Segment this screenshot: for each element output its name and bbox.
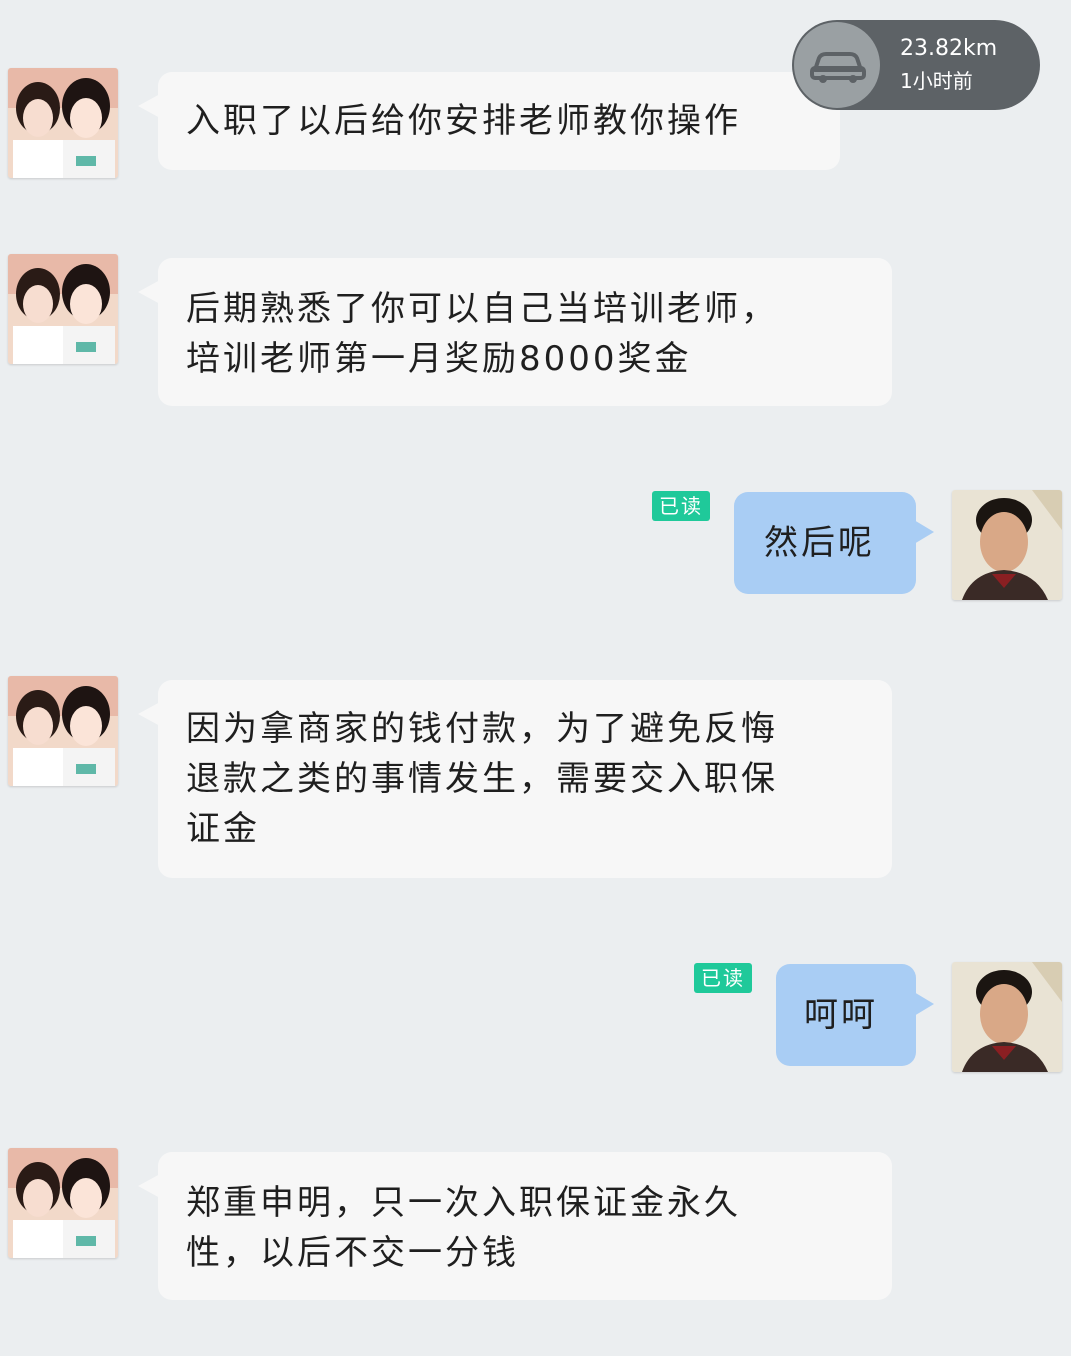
distance-badge[interactable]: 23.82km 1小时前 [792,20,1040,110]
contact-avatar[interactable] [8,254,118,364]
contact-avatar[interactable] [8,1148,118,1258]
message-bubble-sent[interactable]: 呵呵 [776,964,934,1066]
message-text: 因为拿商家的钱付款，为了避免反悔 退款之类的事情发生，需要交入职保 证金 [186,709,778,849]
contact-avatar[interactable] [8,68,118,178]
message-text: 后期熟悉了你可以自己当培训老师， 培训老师第一月奖励8000奖金 [186,289,778,379]
message-bubble-sent[interactable]: 然后呢 [734,492,934,594]
contact-avatar-image [8,68,118,178]
message-bubble-received[interactable]: 入职了以后给你安排老师教你操作 [138,72,840,170]
message-bubble-received[interactable]: 郑重申明，只一次入职保证金永久 性，以后不交一分钱 [138,1152,892,1300]
read-receipt-badge: 已读 [652,491,710,521]
message-bubble-received[interactable]: 后期熟悉了你可以自己当培训老师， 培训老师第一月奖励8000奖金 [138,258,892,406]
contact-avatar-image [8,1148,118,1258]
user-avatar-image [952,490,1062,600]
contact-avatar-image [8,254,118,364]
message-text: 郑重申明，只一次入职保证金永久 性，以后不交一分钱 [186,1183,741,1273]
user-avatar[interactable] [952,490,1062,600]
message-text: 然后呢 [764,523,875,563]
chat-conversation: 入职了以后给你安排老师教你操作 23.82km 1小时前 后期熟悉了你可以自己当… [0,0,1071,1356]
message-text: 呵呵 [804,995,878,1035]
distance-value: 23.82km [900,36,998,61]
distance-time: 1小时前 [900,69,973,93]
message-bubble-received[interactable]: 因为拿商家的钱付款，为了避免反悔 退款之类的事情发生，需要交入职保 证金 [138,680,892,878]
car-icon [794,22,880,108]
read-receipt-badge: 已读 [694,963,752,993]
user-avatar-image [952,962,1062,1072]
contact-avatar[interactable] [8,676,118,786]
contact-avatar-image [8,676,118,786]
message-text: 入职了以后给你安排老师教你操作 [186,101,741,141]
user-avatar[interactable] [952,962,1062,1072]
